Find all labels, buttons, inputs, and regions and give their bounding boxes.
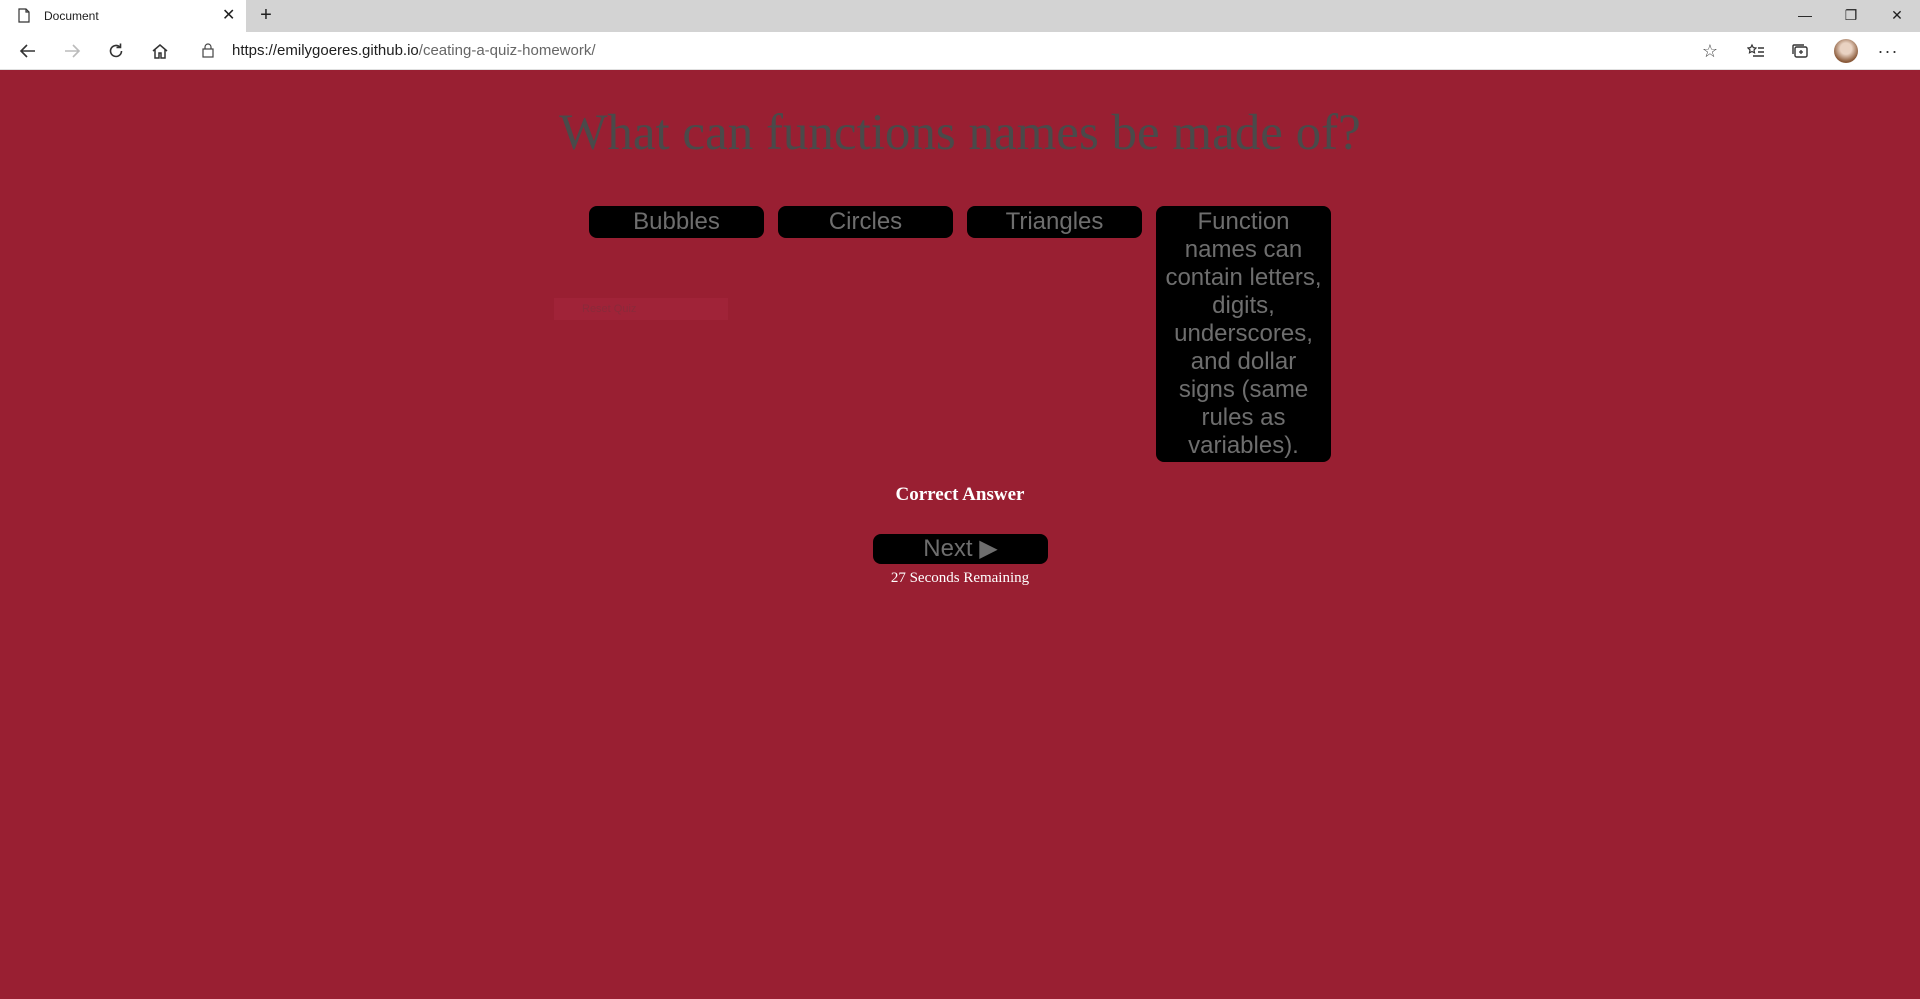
answer-button-4[interactable]: Function names can contain letters, digi… (1156, 206, 1331, 462)
favorites-icon[interactable] (1740, 35, 1772, 67)
profile-avatar[interactable] (1834, 39, 1858, 63)
back-icon[interactable] (12, 35, 44, 67)
result-message: Correct Answer (895, 484, 1025, 505)
tab-close-icon[interactable]: ✕ (222, 0, 235, 32)
forward-icon[interactable] (56, 35, 88, 67)
new-tab-button[interactable]: + (252, 0, 280, 32)
browser-tab[interactable]: Document ✕ (0, 0, 246, 32)
answer-button-1[interactable]: Bubbles (589, 206, 764, 238)
question-title: What can functions names be made of? (559, 105, 1361, 161)
url-text: https://emilygoeres.github.io/ceating-a-… (232, 42, 596, 59)
minimize-button[interactable]: — (1782, 0, 1828, 32)
refresh-icon[interactable] (100, 35, 132, 67)
page-icon (18, 8, 30, 28)
address-bar[interactable]: https://emilygoeres.github.io/ceating-a-… (188, 35, 1728, 67)
close-window-button[interactable]: ✕ (1874, 0, 1920, 32)
restore-button[interactable]: ❐ (1828, 0, 1874, 32)
next-button[interactable]: Next ▶ (873, 534, 1048, 564)
favorite-star-icon[interactable]: ☆ (1702, 41, 1718, 61)
collections-icon[interactable] (1784, 35, 1816, 67)
settings-menu-icon[interactable]: ··· (1872, 35, 1904, 67)
faint-reset-element: Reset Quiz (554, 298, 728, 320)
browser-toolbar: https://emilygoeres.github.io/ceating-a-… (0, 32, 1920, 70)
answer-button-2[interactable]: Circles (778, 206, 953, 238)
lock-icon (202, 43, 214, 63)
quiz-page: What can functions names be made of? Bub… (0, 70, 1920, 999)
countdown-timer: 27 Seconds Remaining (890, 570, 1030, 586)
tab-strip: Document ✕ + — ❐ ✕ (0, 0, 1920, 32)
home-icon[interactable] (144, 35, 176, 67)
answer-button-3[interactable]: Triangles (967, 206, 1142, 238)
tab-title: Document (44, 9, 99, 23)
